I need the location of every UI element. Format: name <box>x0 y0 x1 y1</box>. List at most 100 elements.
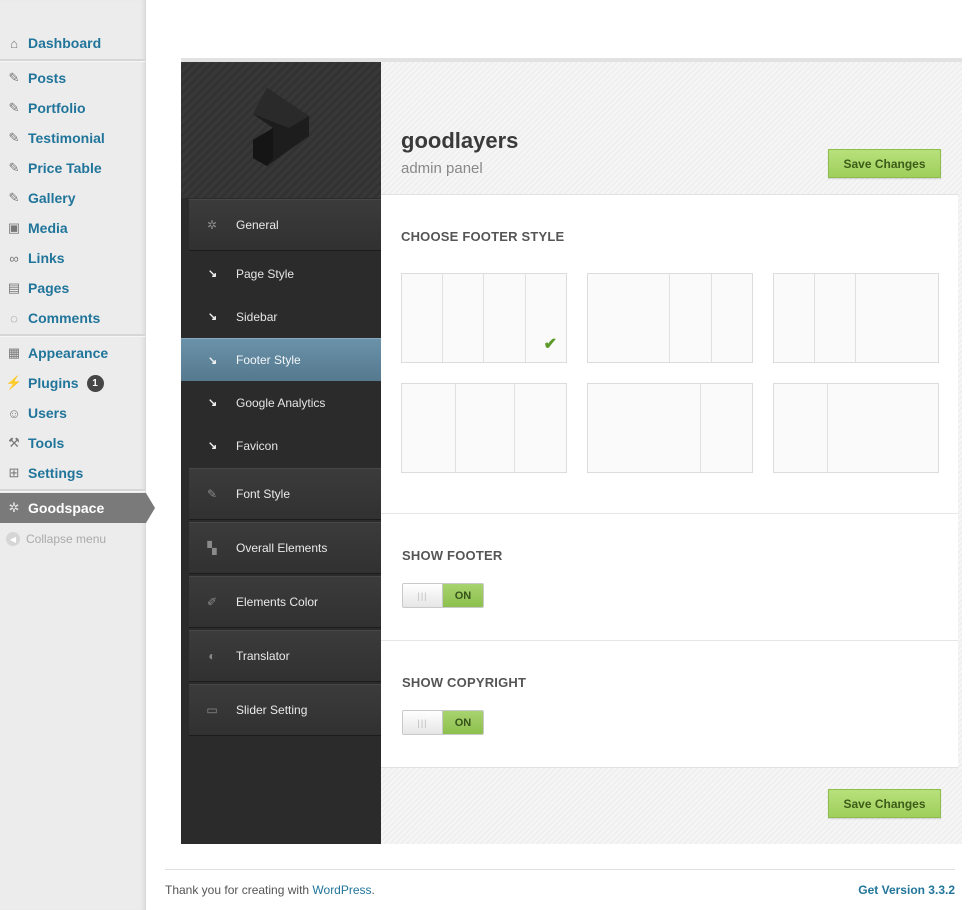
menu-item-label: Users <box>28 405 67 421</box>
pin-icon: ✎ <box>8 70 20 85</box>
menu-item-price-table[interactable]: ✎ Price Table <box>0 153 145 183</box>
nav-label: Google Analytics <box>236 395 326 410</box>
menu-separator <box>0 59 145 62</box>
nav-elements-color[interactable]: ✐ Elements Color <box>189 576 381 628</box>
menu-item-tools[interactable]: ⚒ Tools <box>0 428 145 458</box>
panel-brand-title: goodlayers <box>401 128 519 153</box>
dashboard-icon: ⌂ <box>10 35 18 51</box>
nav-label: Slider Setting <box>236 703 308 717</box>
save-changes-button-top[interactable]: Save Changes <box>828 149 941 178</box>
collapse-menu-button[interactable]: ◀ Collapse menu <box>0 524 145 554</box>
menu-item-users[interactable]: ☺ Users <box>0 398 145 428</box>
menu-item-label: Price Table <box>28 160 102 176</box>
gear-icon: ✲ <box>8 500 20 515</box>
pencil-icon: ✎ <box>206 487 218 501</box>
menu-item-label: Links <box>28 250 65 266</box>
show-copyright-title: SHOW COPYRIGHT <box>402 675 527 690</box>
nav-general[interactable]: ✲ General <box>189 199 381 251</box>
footer-style-option-3[interactable] <box>773 273 939 363</box>
menu-item-links[interactable]: ∞ Links <box>0 243 145 273</box>
show-copyright-toggle[interactable]: ||| ON <box>402 710 484 735</box>
panel-sidebar: ✲ General ↘ Page Style ↘ Sidebar ↘ Foote… <box>181 62 381 844</box>
menu-item-label: Testimonial <box>28 130 105 146</box>
menu-item-label: Tools <box>28 435 65 451</box>
menu-item-label: Dashboard <box>28 35 102 51</box>
menu-item-label: Appearance <box>28 345 109 361</box>
appearance-icon: ▦ <box>7 345 21 360</box>
footer-style-option-1[interactable]: ✔ <box>401 273 567 363</box>
nav-google-analytics[interactable]: ↘ Google Analytics <box>181 381 381 424</box>
menu-item-appearance[interactable]: ▦ Appearance <box>0 338 145 368</box>
layout-icon: ▚ <box>207 541 217 555</box>
panel-content: goodlayers admin panel Save Changes CHOO… <box>381 62 962 844</box>
nav-label: Font Style <box>236 487 291 501</box>
arrow-down-right-icon: ↘ <box>208 354 218 367</box>
media-icon: ▣ <box>7 220 21 235</box>
pin-icon: ✎ <box>8 190 20 205</box>
footer-style-option-2[interactable] <box>587 273 753 363</box>
menu-item-media[interactable]: ▣ Media <box>0 213 145 243</box>
toggle-state: ON <box>443 584 483 607</box>
pin-icon: ✎ <box>8 100 20 115</box>
nav-overall-elements[interactable]: ▚ Overall Elements <box>189 522 381 574</box>
nav-font-style[interactable]: ✎ Font Style <box>189 468 381 520</box>
menu-item-comments[interactable]: ◌ Comments <box>0 303 145 333</box>
nav-favicon[interactable]: ↘ Favicon <box>181 424 381 467</box>
menu-separator <box>0 489 145 492</box>
goodlayers-admin-panel: ✲ General ↘ Page Style ↘ Sidebar ↘ Foote… <box>181 58 962 844</box>
menu-item-label: Portfolio <box>28 100 86 116</box>
nav-label: Overall Elements <box>236 541 328 555</box>
check-icon: ✔ <box>543 336 557 353</box>
menu-item-label: Settings <box>28 465 84 481</box>
nav-label: Footer Style <box>236 353 301 367</box>
menu-item-goodspace[interactable]: ✲ Goodspace <box>0 493 155 523</box>
admin-footer: Thank you for creating with WordPress. G… <box>165 869 955 897</box>
comment-icon: ◌ <box>10 310 18 326</box>
nav-page-style[interactable]: ↘ Page Style <box>181 252 381 295</box>
arrow-down-right-icon: ↘ <box>208 397 218 409</box>
goodlayers-logo-icon <box>253 88 309 166</box>
footer-thanks-period: . <box>371 883 375 897</box>
section-divider <box>381 640 958 641</box>
nav-label: General <box>236 218 279 232</box>
menu-item-portfolio[interactable]: ✎ Portfolio <box>0 93 145 123</box>
menu-item-label: Pages <box>28 280 70 296</box>
nav-footer-style[interactable]: ↘ Footer Style <box>181 338 381 381</box>
plugin-icon: ⚡ <box>5 375 23 390</box>
menu-item-label: Plugins <box>28 375 79 391</box>
footer-style-option-4[interactable] <box>401 383 567 473</box>
footer-thanks: Thank you for creating with WordPress. <box>165 883 375 897</box>
pages-icon: ▤ <box>7 280 21 295</box>
admin-menu: ⌂ Dashboard ✎ Posts ✎ Portfolio ✎ Testim… <box>0 0 155 910</box>
collapse-menu-label: Collapse menu <box>26 532 107 546</box>
save-changes-button-bottom[interactable]: Save Changes <box>828 789 941 818</box>
translator-icon: ◐ <box>208 649 216 663</box>
arrow-down-right-icon: ↘ <box>208 311 218 323</box>
arrow-down-right-icon: ↘ <box>208 268 218 280</box>
nav-translator[interactable]: ◐ Translator <box>189 630 381 682</box>
nav-sidebar[interactable]: ↘ Sidebar <box>181 295 381 338</box>
nav-label: Translator <box>236 649 290 663</box>
show-footer-toggle[interactable]: ||| ON <box>402 583 484 608</box>
slider-icon: ▭ <box>206 703 218 717</box>
settings-icon: ⊞ <box>8 465 20 480</box>
nav-label: Favicon <box>236 438 279 453</box>
menu-item-testimonial[interactable]: ✎ Testimonial <box>0 123 145 153</box>
menu-item-pages[interactable]: ▤ Pages <box>0 273 145 303</box>
brush-icon: ✐ <box>206 595 218 609</box>
footer-style-option-6[interactable] <box>773 383 939 473</box>
footer-style-option-5[interactable] <box>587 383 753 473</box>
menu-item-dashboard[interactable]: ⌂ Dashboard <box>0 28 145 58</box>
menu-item-label: Goodspace <box>28 500 105 516</box>
get-version-link[interactable]: Get Version 3.3.2 <box>858 883 955 897</box>
menu-item-settings[interactable]: ⊞ Settings <box>0 458 145 488</box>
section-divider <box>381 513 958 514</box>
gear-icon: ✲ <box>206 218 218 232</box>
menu-item-gallery[interactable]: ✎ Gallery <box>0 183 145 213</box>
nav-slider-setting[interactable]: ▭ Slider Setting <box>189 684 381 736</box>
nav-label: Sidebar <box>236 309 278 324</box>
wordpress-link[interactable]: WordPress <box>312 883 371 897</box>
menu-item-posts[interactable]: ✎ Posts <box>0 63 145 93</box>
menu-item-plugins[interactable]: ⚡ Plugins 1 <box>0 368 145 398</box>
nav-label: Page Style <box>236 266 295 281</box>
